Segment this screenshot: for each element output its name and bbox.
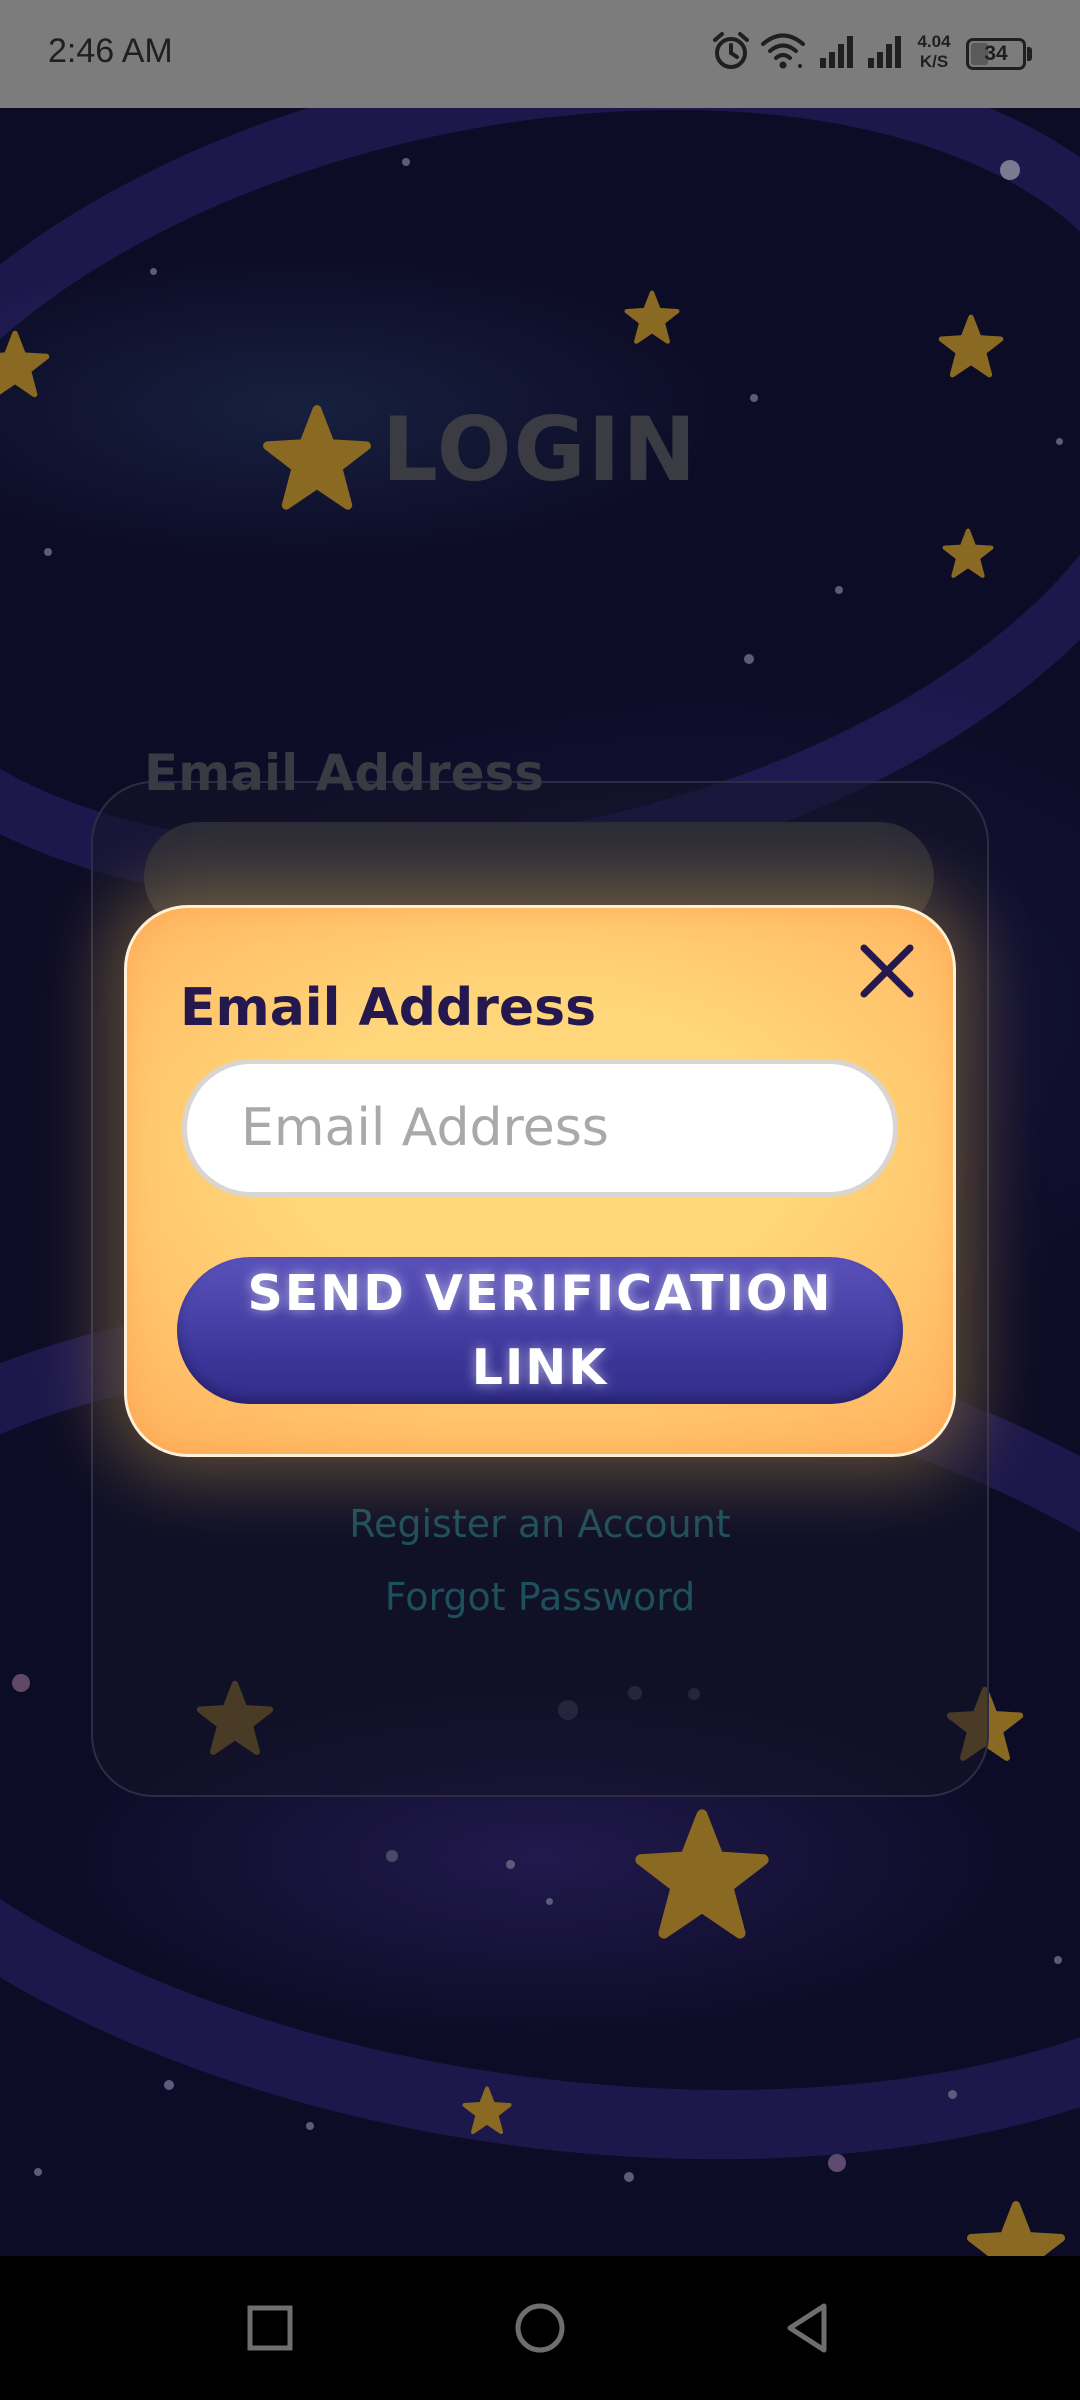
star-dot (828, 2154, 846, 2172)
background-email-label: Email Address (144, 744, 545, 802)
email-input[interactable] (182, 1059, 898, 1197)
battery-icon: 34 (966, 38, 1026, 70)
star-dot (948, 2090, 957, 2099)
screen: 2:46 AM 4.04 K/S 34 LOGIN Email Address … (0, 0, 1080, 2400)
alarm-icon (710, 30, 752, 76)
star-decoration (462, 2086, 512, 2134)
network-speed-unit: K/S (919, 52, 949, 71)
home-icon[interactable] (504, 2292, 576, 2364)
forgot-password-link: Forgot Password (384, 1575, 696, 1619)
star-dot (1000, 160, 1020, 180)
star-dot (1054, 1956, 1062, 1964)
star-dot (402, 158, 410, 166)
star-decoration (942, 528, 994, 578)
send-verification-link-label: SEND VERIFICATION LINK (247, 1264, 833, 1396)
status-bar: 2:46 AM 4.04 K/S 34 (0, 0, 1080, 108)
battery-level: 34 (984, 42, 1008, 65)
register-account-link: Register an Account (349, 1502, 731, 1546)
send-verification-link-button[interactable]: SEND VERIFICATION LINK (177, 1257, 903, 1404)
battery-tip (1027, 47, 1032, 61)
recent-apps-icon[interactable] (234, 2292, 306, 2364)
star-dot (624, 2172, 634, 2182)
star-dot (546, 1898, 553, 1905)
star-dot (506, 1860, 515, 1869)
star-decoration (624, 290, 680, 344)
star-dot (386, 1850, 398, 1862)
star-decoration (635, 1809, 769, 1939)
back-icon[interactable] (772, 2292, 844, 2364)
login-title: LOGIN (381, 398, 699, 501)
star-decoration (938, 314, 1004, 378)
star-dot (164, 2080, 174, 2090)
navigation-bar (0, 2256, 1080, 2400)
network-speed-value: 4.04 (917, 32, 951, 51)
star-dot (44, 548, 52, 556)
star-dot (835, 586, 843, 594)
star-dot (34, 2168, 42, 2176)
star-dot (744, 654, 754, 664)
modal-email-label: Email Address (180, 978, 597, 1038)
signal-icon (818, 30, 858, 76)
network-speed: 4.04 K/S (910, 32, 958, 72)
star-dot (306, 2122, 314, 2130)
close-icon[interactable] (856, 940, 918, 1002)
wifi-icon (760, 30, 806, 76)
status-time: 2:46 AM (48, 32, 173, 70)
star-dot (12, 1674, 30, 1692)
star-decoration (0, 330, 50, 398)
star-dot (150, 268, 157, 275)
signal-icon (866, 30, 906, 76)
